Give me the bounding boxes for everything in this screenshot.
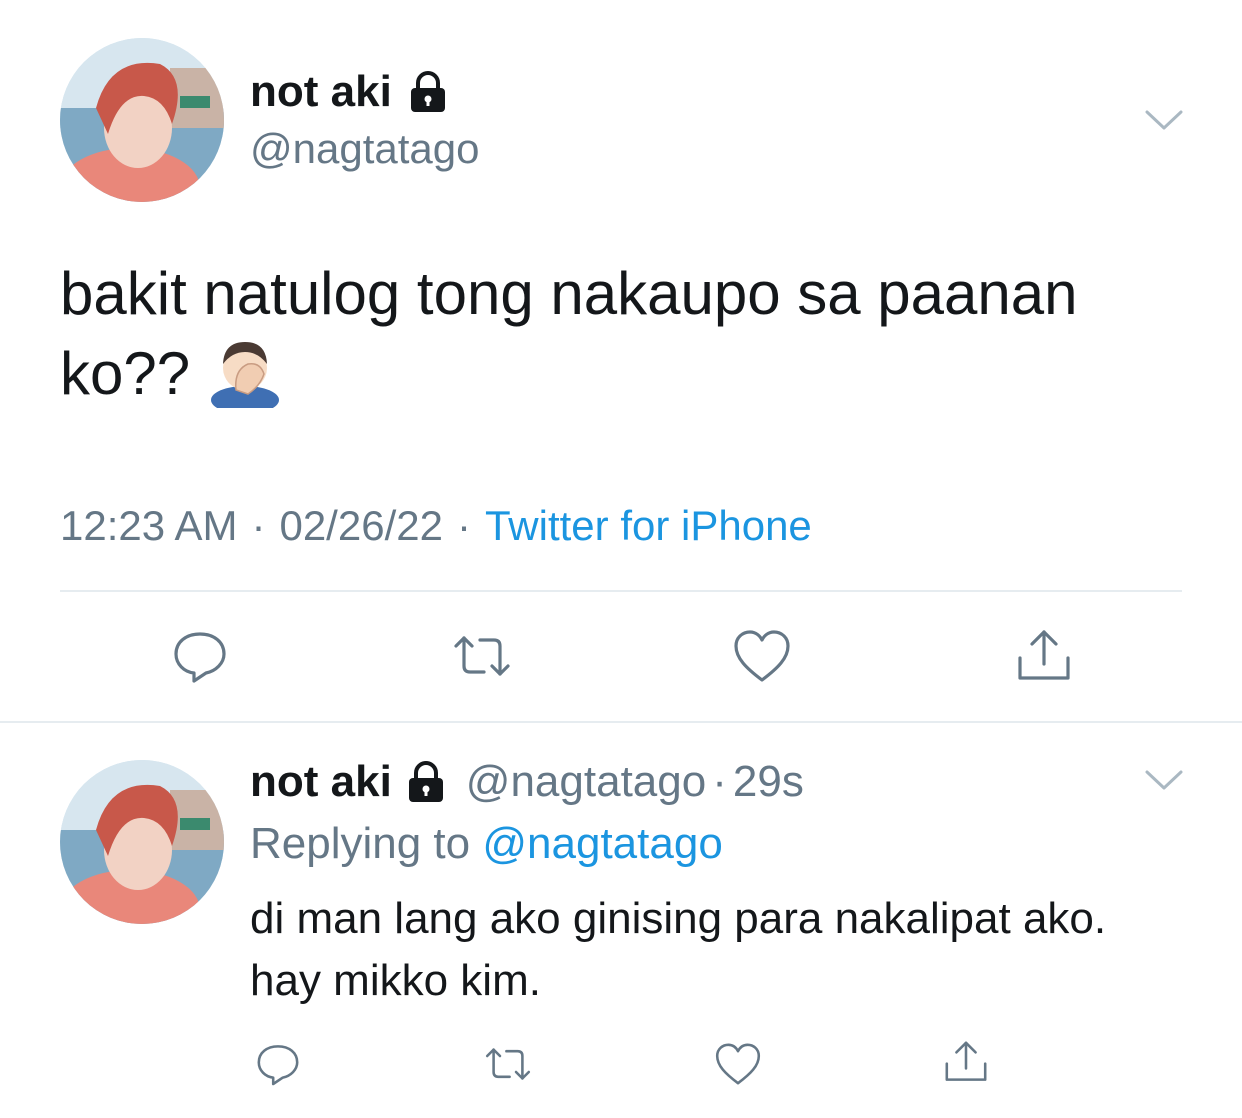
reply-header: not aki @nagtatago · 29s	[250, 756, 804, 808]
separator: ·	[456, 502, 471, 549]
retweet-icon	[454, 636, 510, 676]
divider	[60, 590, 1182, 592]
replying-to-link[interactable]: @nagtatago	[482, 819, 722, 868]
separator: ·	[712, 757, 727, 806]
lock-icon	[410, 71, 445, 112]
chevron-down-icon[interactable]	[1144, 768, 1184, 792]
tweet-source-link[interactable]: Twitter for iPhone	[485, 502, 812, 549]
like-icon	[734, 630, 790, 682]
reply-icon	[257, 1045, 299, 1086]
tweet-text: bakit natulog tong nakaupo sa paanan ko?…	[60, 254, 1210, 414]
reply-text: di man lang ako ginising para nakalipat …	[250, 894, 1107, 1005]
avatar[interactable]	[60, 38, 224, 202]
tweet-meta: 12:23 AM · 02/26/22 · Twitter for iPhone	[60, 500, 812, 552]
author-handle[interactable]: @nagtatago	[250, 124, 479, 174]
like-button[interactable]	[732, 626, 792, 686]
reply-avatar[interactable]	[60, 760, 224, 924]
tweet-time: 12:23 AM	[60, 502, 238, 549]
reply-author-name-text: not aki	[250, 757, 392, 806]
reply-icon	[174, 632, 226, 683]
reply-button[interactable]	[254, 1040, 302, 1088]
reply-author-name[interactable]: not aki	[250, 756, 448, 808]
share-icon	[1018, 630, 1070, 680]
retweet-button[interactable]	[484, 1040, 532, 1088]
retweet-button[interactable]	[452, 626, 512, 686]
divider	[0, 721, 1242, 723]
reply-time[interactable]: 29s	[733, 756, 804, 808]
author-name-text: not aki	[250, 67, 392, 116]
tweet-date: 02/26/22	[279, 502, 443, 549]
reply-button[interactable]	[170, 626, 230, 686]
share-button[interactable]	[1014, 626, 1074, 686]
author-name[interactable]: not aki	[250, 66, 450, 118]
man-facepalming-emoji	[211, 342, 280, 408]
reply-author-handle[interactable]: @nagtatago	[466, 756, 706, 808]
like-icon	[715, 1043, 761, 1085]
replying-to: Replying to @nagtatago	[250, 818, 723, 870]
like-button[interactable]	[714, 1040, 762, 1088]
separator: ·	[251, 502, 266, 549]
lock-icon	[408, 761, 443, 802]
retweet-icon	[485, 1048, 531, 1080]
chevron-down-icon[interactable]	[1144, 108, 1184, 132]
share-icon	[945, 1041, 987, 1081]
replying-to-label: Replying to	[250, 819, 471, 868]
share-button[interactable]	[942, 1038, 990, 1086]
